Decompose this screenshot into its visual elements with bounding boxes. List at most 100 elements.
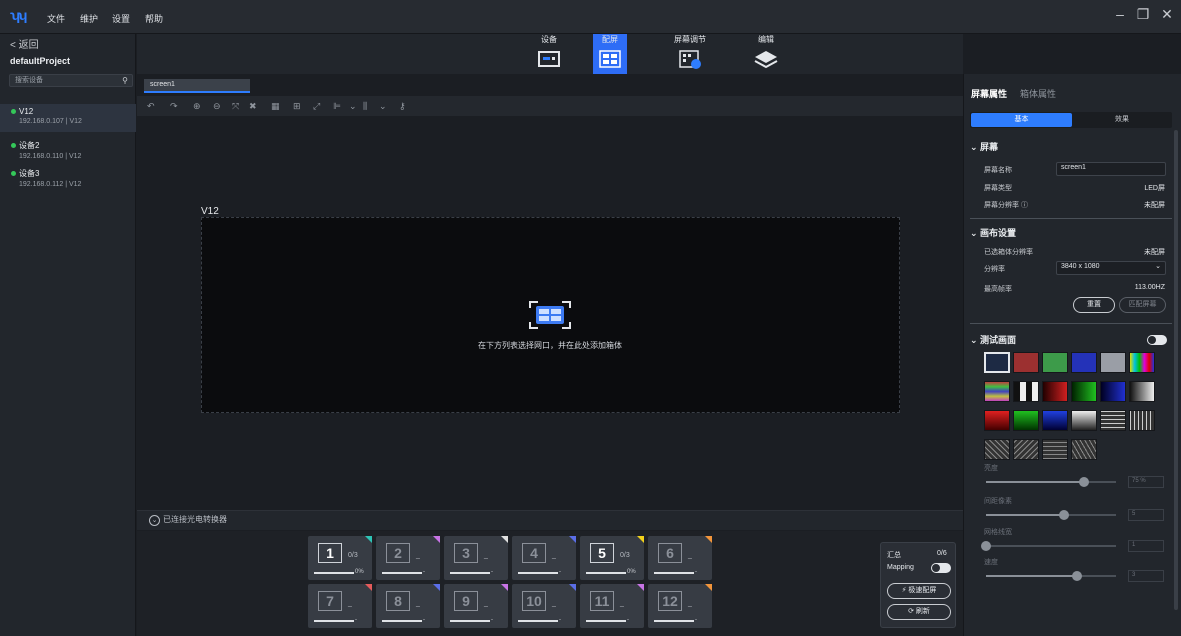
menu-settings[interactable]: 设置 bbox=[112, 12, 130, 25]
right-panel-scrollbar[interactable] bbox=[1174, 130, 1178, 610]
device-item-3[interactable]: 设备3 192.168.0.112 | V12 bbox=[0, 165, 136, 193]
distribute-icon[interactable]: ⫼ bbox=[363, 101, 367, 112]
segment-effect[interactable]: 效果 bbox=[1072, 113, 1172, 127]
redo-icon[interactable]: ↷ bbox=[170, 101, 178, 112]
test-pattern-lines-3[interactable] bbox=[1042, 439, 1068, 460]
tool-screen-config[interactable]: 配屏 bbox=[593, 34, 627, 74]
close-icon[interactable]: ✕ bbox=[1157, 6, 1177, 23]
test-pattern-toggle[interactable] bbox=[1147, 335, 1167, 345]
slider-value[interactable]: 3 bbox=[1128, 570, 1164, 582]
slider-track[interactable] bbox=[986, 481, 1116, 483]
lock-icon[interactable]: ⚷ bbox=[399, 101, 406, 112]
align-icon[interactable]: ⊫ bbox=[333, 101, 341, 112]
tool-edit[interactable]: 编辑 bbox=[749, 34, 783, 70]
test-pattern-solid-3[interactable] bbox=[1042, 352, 1068, 373]
zoom-out-icon[interactable]: ⊖ bbox=[213, 101, 221, 112]
test-pattern-lines-1[interactable] bbox=[984, 439, 1010, 460]
device-item-v12[interactable]: V12 192.168.0.107 | V12 bbox=[0, 104, 136, 132]
port-9[interactable]: 9 _ - bbox=[444, 584, 508, 628]
test-pattern-ramp-6[interactable] bbox=[1129, 410, 1155, 431]
port-10[interactable]: 10 _ - bbox=[512, 584, 576, 628]
test-pattern-ramp-5[interactable] bbox=[1100, 410, 1126, 431]
tab-screen1[interactable]: screen1 bbox=[144, 79, 250, 93]
slider-value[interactable]: 75 % bbox=[1128, 476, 1164, 488]
reset-button[interactable]: 重置 bbox=[1073, 297, 1115, 313]
test-pattern-ramp-3[interactable] bbox=[1042, 410, 1068, 431]
test-pattern-lines-4[interactable] bbox=[1071, 439, 1097, 460]
test-pattern-gradient-1[interactable] bbox=[984, 381, 1010, 402]
delete-icon[interactable]: ✖ bbox=[249, 101, 257, 112]
slider-track[interactable] bbox=[986, 545, 1116, 547]
slider-knob[interactable] bbox=[981, 541, 991, 551]
fit-icon[interactable]: ⤧ bbox=[232, 101, 239, 112]
chevron-down-icon[interactable]: ⌄ bbox=[149, 515, 160, 526]
zoom-in-icon[interactable]: ⊕ bbox=[193, 101, 201, 112]
port-8[interactable]: 8 _ - bbox=[376, 584, 440, 628]
mapping-toggle[interactable] bbox=[931, 563, 951, 573]
split-icon[interactable]: ⊞ bbox=[293, 101, 301, 112]
slider-knob[interactable] bbox=[1072, 571, 1082, 581]
screen-name-input[interactable]: screen1 bbox=[1056, 162, 1166, 176]
test-pattern-gradient-6[interactable] bbox=[1129, 381, 1155, 402]
port-2[interactable]: 2 _ - bbox=[376, 536, 440, 580]
minimize-icon[interactable]: – bbox=[1110, 6, 1130, 22]
screen-type-label: 屏幕类型 bbox=[984, 185, 1012, 192]
segment-basic[interactable]: 基本 bbox=[971, 113, 1072, 127]
tab-cabinet-properties[interactable]: 箱体属性 bbox=[1020, 87, 1056, 100]
slider-value[interactable]: 5 bbox=[1128, 509, 1164, 521]
port-1[interactable]: 1 0/3 0% bbox=[308, 536, 372, 580]
port-6[interactable]: 6 _ - bbox=[648, 536, 712, 580]
port-11[interactable]: 11 _ - bbox=[580, 584, 644, 628]
undo-icon[interactable]: ↶ bbox=[147, 101, 155, 112]
menu-help[interactable]: 帮助 bbox=[145, 12, 163, 25]
match-screen-button[interactable]: 匹配屏幕 bbox=[1119, 297, 1166, 313]
back-button[interactable]: < 返回 bbox=[10, 36, 39, 51]
port-percent: - bbox=[559, 569, 561, 575]
section-screen[interactable]: ⌄ 屏幕 bbox=[970, 140, 998, 153]
test-pattern-solid-5[interactable] bbox=[1100, 352, 1126, 373]
port-3[interactable]: 3 _ - bbox=[444, 536, 508, 580]
menu-maintain[interactable]: 维护 bbox=[80, 12, 98, 25]
restore-icon[interactable]: ❐ bbox=[1133, 6, 1153, 23]
test-pattern-ramp-1[interactable] bbox=[984, 410, 1010, 431]
port-5[interactable]: 5 0/3 0% bbox=[580, 536, 644, 580]
slider-track[interactable] bbox=[986, 514, 1116, 516]
device-item-2[interactable]: 设备2 192.168.0.110 | V12 bbox=[0, 137, 136, 165]
tool-device[interactable]: 设备 bbox=[532, 34, 566, 70]
tool-screen-adjust[interactable]: 屏幕调节 bbox=[673, 34, 707, 70]
test-pattern-gradient-4[interactable] bbox=[1071, 381, 1097, 402]
device-name: 设备2 bbox=[11, 140, 136, 151]
refresh-button[interactable]: ⟳ 刷新 bbox=[887, 604, 951, 620]
resolution-select[interactable]: 3840 x 1080 ⌄ bbox=[1056, 261, 1166, 275]
port-7[interactable]: 7 _ - bbox=[308, 584, 372, 628]
test-pattern-ramp-4[interactable] bbox=[1071, 410, 1097, 431]
test-pattern-solid-6[interactable] bbox=[1129, 352, 1155, 373]
fast-config-button[interactable]: ⚡ 极速配屏 bbox=[887, 583, 951, 599]
device-ip: 192.168.0.107 | V12 bbox=[19, 118, 82, 125]
test-pattern-solid-2[interactable] bbox=[1013, 352, 1039, 373]
tab-screen-properties[interactable]: 屏幕属性 bbox=[971, 87, 1007, 100]
slider-knob[interactable] bbox=[1079, 477, 1089, 487]
search-icon[interactable]: ⚲ bbox=[122, 75, 128, 86]
slider-value[interactable]: 1 bbox=[1128, 540, 1164, 552]
section-test-pattern[interactable]: ⌄ 测试画面 bbox=[970, 333, 1016, 346]
test-pattern-solid-4[interactable] bbox=[1071, 352, 1097, 373]
test-pattern-solid-1[interactable] bbox=[984, 352, 1010, 373]
test-pattern-ramp-2[interactable] bbox=[1013, 410, 1039, 431]
chevron-down-icon[interactable]: ⌄ bbox=[379, 101, 387, 112]
mapping-label: Mapping bbox=[887, 564, 914, 571]
slider-knob[interactable] bbox=[1059, 510, 1069, 520]
test-pattern-gradient-2[interactable] bbox=[1013, 381, 1039, 402]
menu-file[interactable]: 文件 bbox=[47, 12, 65, 25]
grid-icon[interactable]: ▦ bbox=[271, 101, 280, 112]
port-4[interactable]: 4 _ - bbox=[512, 536, 576, 580]
slider-track[interactable] bbox=[986, 575, 1116, 577]
test-pattern-gradient-3[interactable] bbox=[1042, 381, 1068, 402]
port-12[interactable]: 12 _ - bbox=[648, 584, 712, 628]
section-canvas[interactable]: ⌄ 画布设置 bbox=[970, 226, 1016, 239]
test-pattern-gradient-5[interactable] bbox=[1100, 381, 1126, 402]
chevron-down-icon[interactable]: ⌄ bbox=[349, 101, 357, 112]
search-input[interactable]: 搜索设备 ⚲ bbox=[9, 74, 133, 87]
link-icon[interactable]: ⤢ bbox=[313, 101, 320, 112]
test-pattern-lines-2[interactable] bbox=[1013, 439, 1039, 460]
